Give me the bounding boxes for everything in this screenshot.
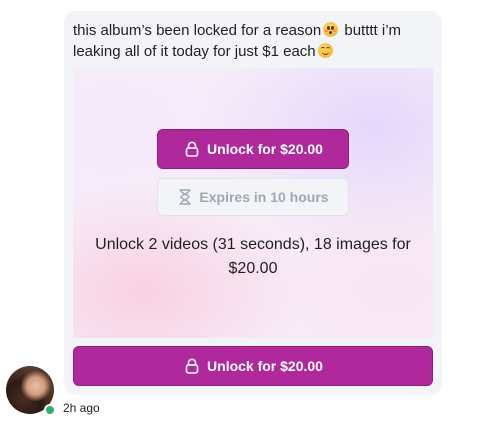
unlock-button-label: Unlock for $20.00 bbox=[207, 141, 323, 157]
expires-badge: Expires in 10 hours bbox=[157, 178, 349, 216]
online-status-icon bbox=[44, 404, 56, 416]
locked-content-description: Unlock 2 videos (31 seconds), 18 images … bbox=[95, 236, 411, 277]
message-bubble: this album’s been locked for a reason bu… bbox=[64, 11, 442, 395]
message-text-part1: this album’s been locked for a reason bbox=[73, 22, 322, 39]
unlock-button[interactable]: Unlock for $20.00 bbox=[157, 129, 349, 169]
unlock-footer-button-label: Unlock for $20.00 bbox=[207, 358, 323, 374]
unlock-footer-button[interactable]: Unlock for $20.00 bbox=[73, 346, 433, 386]
smiling-face-emoji-icon bbox=[317, 43, 333, 58]
lock-icon bbox=[185, 358, 199, 374]
message-text: this album’s been locked for a reason bu… bbox=[73, 20, 433, 62]
expires-label: Expires in 10 hours bbox=[199, 189, 329, 205]
flushed-face-emoji-icon bbox=[323, 22, 339, 37]
locked-media-preview: Unlock for $20.00 Expires in 10 hours Un… bbox=[73, 68, 433, 338]
lock-icon bbox=[185, 141, 199, 157]
message-timestamp: 2h ago bbox=[63, 401, 100, 415]
hourglass-icon bbox=[179, 189, 192, 205]
